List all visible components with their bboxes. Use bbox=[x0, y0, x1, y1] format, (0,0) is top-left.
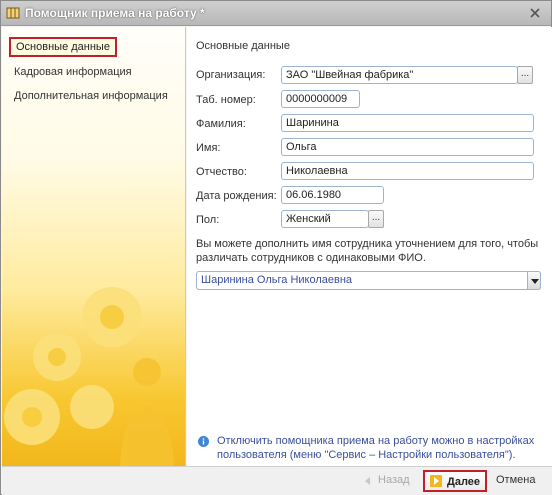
close-icon[interactable] bbox=[527, 5, 543, 21]
main-content: Основные данные Организация: ЗАО "Швейна… bbox=[187, 27, 552, 466]
middle-name-field[interactable]: Николаевна bbox=[281, 162, 534, 180]
sidebar-item-main-data[interactable]: Основные данные bbox=[9, 37, 117, 57]
tab-number-field[interactable]: 0000000009 bbox=[281, 90, 360, 108]
gender-select-button[interactable]: ... bbox=[368, 210, 384, 228]
sidebar-item-hr-info[interactable]: Кадровая информация bbox=[14, 66, 132, 78]
back-button[interactable]: Назад bbox=[362, 470, 410, 492]
gender-field[interactable]: Женский bbox=[281, 210, 369, 228]
arrow-right-icon bbox=[430, 475, 442, 487]
organization-label: Организация: bbox=[196, 69, 266, 81]
next-label: Далее bbox=[447, 476, 481, 488]
arrow-left-icon bbox=[365, 477, 370, 485]
next-button[interactable]: Далее bbox=[423, 470, 487, 492]
first-name-label: Имя: bbox=[196, 142, 221, 154]
back-label: Назад bbox=[378, 474, 410, 486]
table-icon bbox=[6, 7, 20, 19]
name-clarification-note: Вы можете дополнить имя сотрудника уточн… bbox=[196, 238, 539, 264]
birth-date-field[interactable]: 06.06.1980 bbox=[281, 186, 384, 204]
info-text: Отключить помощника приема на работу мож… bbox=[217, 435, 535, 461]
organization-select-button[interactable]: ... bbox=[517, 66, 533, 84]
title-bar: Помощник приема на работу * bbox=[1, 1, 551, 26]
dialog-window: Помощник приема на работу * Основные дан… bbox=[0, 0, 552, 495]
first-name-field[interactable]: Ольга bbox=[281, 138, 534, 156]
middle-name-label: Отчество: bbox=[196, 166, 247, 178]
cancel-button[interactable]: Отмена bbox=[496, 470, 535, 492]
info-icon bbox=[198, 436, 209, 447]
chevron-down-icon[interactable] bbox=[527, 271, 541, 290]
gears-illustration bbox=[4, 287, 174, 466]
tab-number-label: Таб. номер: bbox=[196, 94, 256, 106]
last-name-label: Фамилия: bbox=[196, 118, 246, 130]
section-title: Основные данные bbox=[196, 40, 290, 52]
last-name-field[interactable]: Шаринина bbox=[281, 114, 534, 132]
footer-bar: Назад Далее Отмена bbox=[2, 466, 552, 495]
gender-label: Пол: bbox=[196, 214, 220, 226]
full-name-combo-value: Шаринина Ольга Николаевна bbox=[201, 274, 353, 286]
birth-date-label: Дата рождения: bbox=[196, 190, 277, 202]
sidebar: Основные данные Кадровая информация Допо… bbox=[2, 27, 186, 466]
sidebar-item-additional-info[interactable]: Дополнительная информация bbox=[14, 90, 168, 102]
full-name-combo[interactable]: Шаринина Ольга Николаевна bbox=[196, 271, 541, 290]
organization-field[interactable]: ЗАО "Швейная фабрика" bbox=[281, 66, 518, 84]
window-title: Помощник приема на работу * bbox=[25, 6, 205, 20]
